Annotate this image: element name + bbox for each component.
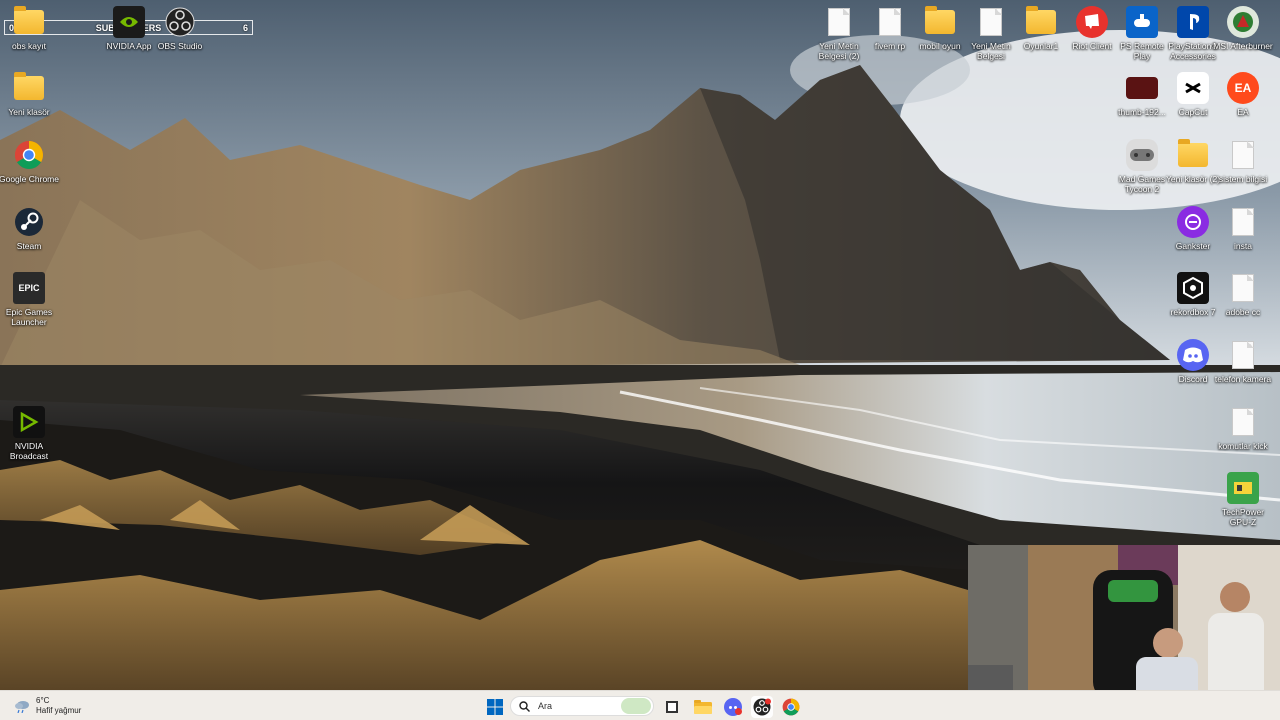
folder-icon [14, 72, 44, 100]
riot-client-icon [1076, 6, 1108, 38]
weather-temperature: 6°C [36, 696, 50, 705]
folder-icon [1178, 139, 1208, 167]
text-document-icon [1232, 208, 1254, 236]
desktop-icon-label: NVIDIA Broadcast [9, 441, 49, 461]
discord-icon [1177, 339, 1209, 371]
obs-studio-icon [164, 6, 196, 38]
folder-icon [1026, 6, 1056, 34]
desktop-icon-label: TechPower GPU-Z [1221, 507, 1265, 527]
desktop-icon-nvidia-broadcast[interactable]: NVIDIA Broadcast [0, 406, 58, 461]
search-placeholder: Ara [538, 701, 553, 711]
desktop-icon-ea[interactable]: EA EA [1214, 72, 1272, 117]
desktop-icon-insta[interactable]: insta [1214, 206, 1272, 251]
task-view-button[interactable] [661, 696, 683, 718]
file-explorer-button[interactable] [692, 696, 714, 718]
desktop-icon-mad-games-tycoon[interactable]: Mad Games Tycoon 2 [1113, 139, 1171, 194]
weather-description: Hafif yağmur [36, 706, 82, 715]
desktop-icon-label: Epic Games Launcher [5, 307, 53, 327]
nvidia-app-icon [113, 6, 145, 38]
gamepad-icon [1126, 139, 1158, 171]
desktop-icon-sistem-bilgisi[interactable]: sistem bilgisi [1214, 139, 1272, 184]
desktop-icon-msi-afterburner[interactable]: MSI Afterburner [1213, 6, 1273, 51]
search-icon [519, 700, 530, 712]
steam-icon [13, 206, 45, 238]
desktop-icon-label: MSI Afterburner [1213, 41, 1273, 51]
taskbar: 6°C Hafif yağmur Ara [0, 690, 1280, 720]
start-icon [487, 699, 503, 715]
desktop-icon-label: Google Chrome [0, 174, 59, 184]
text-document-icon [1232, 141, 1254, 169]
desktop-icon-label: komutlar kick [1218, 441, 1268, 451]
desktop-icon-label: OBS Studio [157, 41, 203, 51]
chrome-icon [782, 698, 800, 716]
text-document-icon [1232, 408, 1254, 436]
desktop-icon-label: telefon kamera [1214, 374, 1272, 384]
taskbar-search-box[interactable]: Ara [510, 696, 654, 716]
text-document-icon [1232, 274, 1254, 302]
desktop-icon-adobe-cc[interactable]: adobe cc [1214, 272, 1272, 317]
desktop-icon-yeni-metin-belgesi-2[interactable]: Yeni Metin Belgesi (2) [810, 6, 868, 61]
folder-icon [925, 6, 955, 34]
msi-afterburner-icon [1227, 6, 1259, 38]
rekordbox-icon [1177, 272, 1209, 304]
subscriber-goal-count: 6 [242, 22, 248, 33]
nvidia-broadcast-icon [13, 406, 45, 438]
chrome-taskbar-button[interactable] [780, 696, 802, 718]
desktop-icon-label: EA [1237, 107, 1249, 117]
desktop-icon-gpu-z[interactable]: TechPower GPU-Z [1214, 472, 1272, 527]
desktop-icon-label: Yeni klasör [8, 107, 50, 117]
folder-icon [14, 6, 44, 34]
weather-widget[interactable]: 6°C Hafif yağmur [14, 696, 81, 716]
desktop-icon-label: Steam [16, 241, 42, 251]
gankster-icon [1177, 206, 1209, 238]
desktop-icon-obs-studio[interactable]: OBS Studio [151, 6, 209, 51]
obs-taskbar-button[interactable] [751, 696, 773, 718]
discord-taskbar-button[interactable] [722, 696, 744, 718]
desktop-icon-komutlar-kick[interactable]: komutlar kick [1214, 406, 1272, 451]
desktop-icon-epic-games[interactable]: EPIC Epic Games Launcher [0, 272, 58, 327]
desktop-icon-telefon-kamera[interactable]: telefon kamera [1214, 339, 1272, 384]
epic-games-icon: EPIC [13, 272, 45, 304]
text-document-icon [828, 8, 850, 36]
desktop-icon-steam[interactable]: Steam [0, 206, 58, 251]
desktop-icon-label: adobe cc [1225, 307, 1261, 317]
file-explorer-icon [694, 700, 712, 714]
ea-icon: EA [1227, 72, 1259, 104]
task-view-icon [666, 701, 678, 713]
obs-studio-icon [753, 698, 771, 716]
desktop-icon-label: obs kayıt [11, 41, 47, 51]
text-document-icon [980, 8, 1002, 36]
discord-icon [724, 698, 742, 716]
start-button[interactable] [484, 696, 506, 718]
capcut-icon [1177, 72, 1209, 104]
text-document-icon [1232, 341, 1254, 369]
search-highlight-icon [621, 698, 651, 714]
desktop-icon-obs-kayit[interactable]: obs kayıt [0, 6, 58, 51]
text-document-icon [879, 8, 901, 36]
desktop-icon-label: sistem bilgisi [1218, 174, 1268, 184]
rain-cloud-icon [15, 701, 29, 713]
desktop-icon-yeni-klasor[interactable]: Yeni klasör [0, 72, 58, 117]
desktop-icon-google-chrome[interactable]: Google Chrome [0, 139, 59, 184]
playstation-accessories-icon [1177, 6, 1209, 38]
desktop-icon-label: insta [1234, 241, 1252, 251]
image-thumbnail-icon [1126, 77, 1158, 99]
gpu-z-icon [1227, 472, 1259, 504]
chrome-icon [13, 139, 45, 171]
ps-remote-play-icon [1126, 6, 1158, 38]
